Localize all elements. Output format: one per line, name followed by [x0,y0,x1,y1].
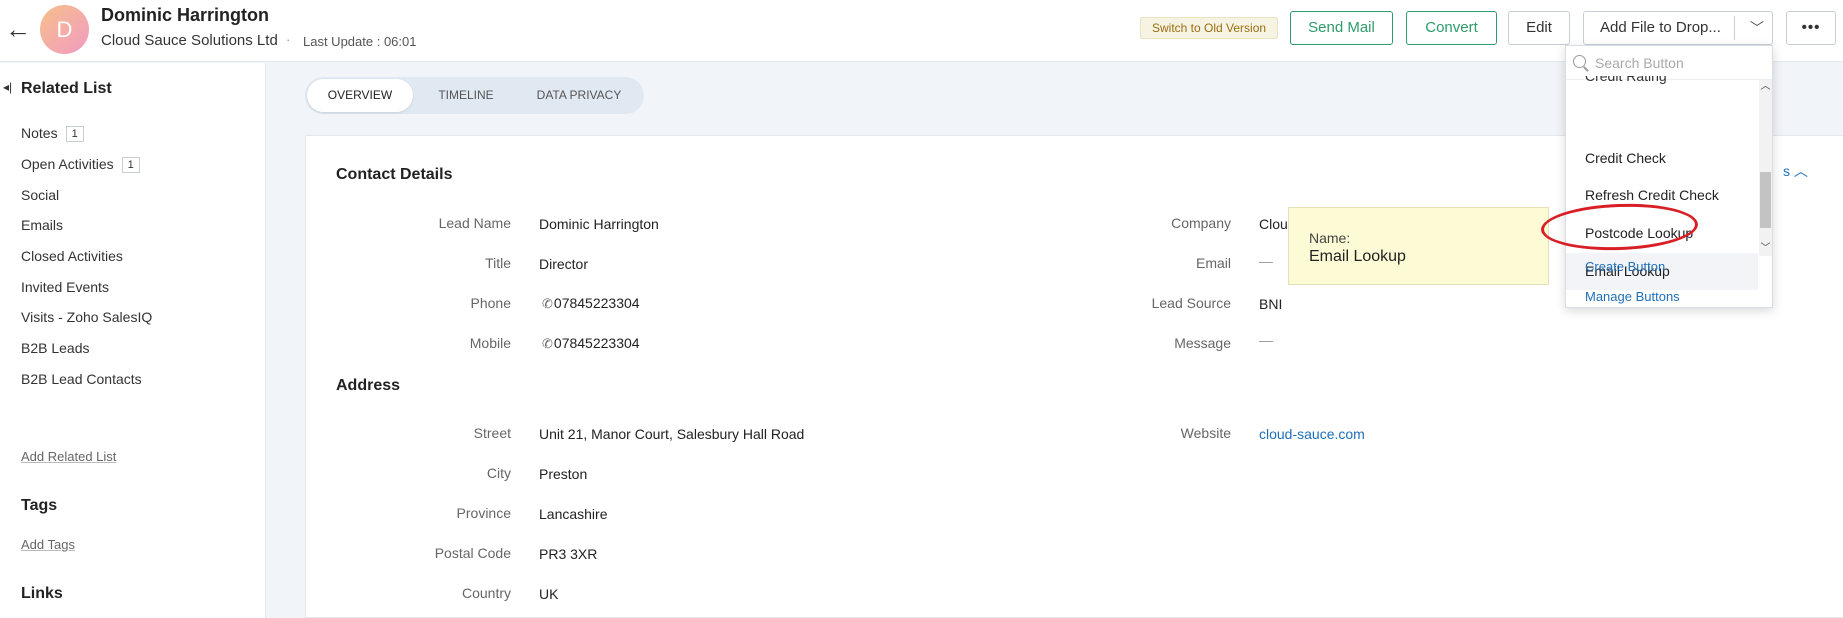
record-name: Dominic Harrington [101,5,270,25]
company-label: Company [1171,215,1231,231]
links-heading: Links [21,585,63,602]
phone-value[interactable]: ✆07845223304 [542,295,640,312]
lead-source-label: Lead Source [1151,295,1231,311]
province-value: Lancashire [539,506,608,522]
tab-overview[interactable]: OVERVIEW [307,79,413,112]
message-value: — [1259,332,1273,348]
lead-name-label: Lead Name [438,215,511,231]
add-file-button[interactable]: Add File to Drop... ﹀ [1583,11,1773,45]
add-file-label: Add File to Drop... [1600,19,1721,36]
scroll-up-icon[interactable]: ︿ [1759,80,1772,94]
website-label: Website [1180,425,1231,441]
city-label: City [486,465,511,481]
collapse-sidebar-icon[interactable]: ◂| [3,80,12,94]
related-list-sidebar: ◂| Related List Notes 1 Open Activities 1 … [0,63,266,618]
related-list-title: Related List [21,80,112,97]
phone-icon: ✆ [542,336,553,351]
add-related-list-link[interactable]: Add Related List [21,449,116,464]
last-update-text: Last Update : 06:01 [303,34,417,49]
record-company: Cloud Sauce Solutions Ltd [101,32,278,49]
sidebar-item-b2b-leads[interactable]: B2B Leads [21,340,90,356]
convert-button[interactable]: Convert [1406,11,1497,45]
back-arrow-icon[interactable]: ← [4,16,32,44]
phone-icon: ✆ [542,296,553,311]
scroll-down-icon[interactable]: ﹀ [1759,242,1772,256]
country-value: UK [539,586,559,602]
split-divider [1734,16,1735,40]
count-badge: 1 [121,157,140,173]
sidebar-item-social[interactable]: Social [21,187,59,203]
phone-label: Phone [470,295,511,311]
postal-code-value: PR3 3XR [539,546,598,562]
tooltip-label: Name: [1309,230,1351,246]
chevron-up-icon[interactable]: s ︿ [1783,161,1808,181]
sidebar-item-open-activities[interactable]: Open Activities 1 [21,156,140,173]
sidebar-item-visits-salesiq[interactable]: Visits - Zoho SalesIQ [21,309,152,325]
send-mail-button[interactable]: Send Mail [1290,11,1393,45]
email-value: — [1259,253,1273,269]
edit-button[interactable]: Edit [1508,11,1570,45]
company-value: Clou [1259,216,1288,232]
phone-number: 07845223304 [553,295,640,311]
address-title: Address [336,377,401,394]
dropdown-search [1566,46,1772,80]
separator-dot: · [286,32,291,47]
tooltip-value: Email Lookup [1309,248,1406,265]
contact-details-title: Contact Details [336,166,453,183]
tab-data-privacy[interactable]: DATA PRIVACY [523,77,635,114]
country-label: Country [461,585,511,601]
scroll-thumb[interactable] [1760,172,1771,228]
avatar[interactable]: D [40,5,89,54]
sidebar-item-label: Notes [21,125,58,141]
button-name-tooltip: Name: Email Lookup [1288,207,1549,285]
dropdown-item-partial[interactable]: Credit Rating [1585,76,1745,84]
sidebar-item-notes[interactable]: Notes 1 [21,125,84,142]
create-button-link[interactable]: Create Button [1585,259,1665,274]
count-badge: 1 [65,126,84,142]
website-link[interactable]: cloud-sauce.com [1259,426,1365,442]
mobile-label: Mobile [469,335,511,351]
street-label: Street [473,425,511,441]
postal-code-label: Postal Code [434,545,511,561]
manage-buttons-link[interactable]: Manage Buttons [1585,289,1680,304]
lead-source-value: BNI [1259,296,1283,312]
search-button-input[interactable] [1595,52,1765,74]
province-label: Province [456,505,511,521]
email-label: Email [1195,255,1231,271]
dropdown-item-credit-check[interactable]: Credit Check [1566,140,1758,177]
chevron-down-icon[interactable]: ﹀ [1744,12,1770,44]
mobile-number: 07845223304 [553,335,640,351]
sidebar-item-b2b-lead-contacts[interactable]: B2B Lead Contacts [21,371,142,387]
title-value: Director [539,256,589,272]
message-label: Message [1174,335,1231,351]
sidebar-item-emails[interactable]: Emails [21,217,63,233]
lead-name-value: Dominic Harrington [539,216,659,232]
title-label: Title [485,255,511,271]
add-tags-link[interactable]: Add Tags [21,537,75,552]
mobile-value[interactable]: ✆07845223304 [542,335,640,352]
view-tabs: OVERVIEW TIMELINE DATA PRIVACY [305,77,644,114]
tab-timeline[interactable]: TIMELINE [420,77,512,114]
partial-item-label: Credit Rating [1585,76,1667,84]
search-icon [1573,55,1586,68]
sidebar-item-label: Open Activities [21,156,114,172]
more-actions-button[interactable]: ••• [1786,11,1836,45]
tags-heading: Tags [21,497,58,514]
street-value: Unit 21, Manor Court, Salesbury Hall Roa… [539,426,805,442]
city-value: Preston [539,466,588,482]
custom-buttons-dropdown: Credit Rating Credit Check Refresh Credi… [1565,45,1773,308]
sidebar-item-invited-events[interactable]: Invited Events [21,279,109,295]
sidebar-item-closed-activities[interactable]: Closed Activities [21,248,123,264]
dropdown-scrollbar[interactable]: ︿ ﹀ [1759,80,1772,256]
switch-old-version-button[interactable]: Switch to Old Version [1140,17,1279,39]
